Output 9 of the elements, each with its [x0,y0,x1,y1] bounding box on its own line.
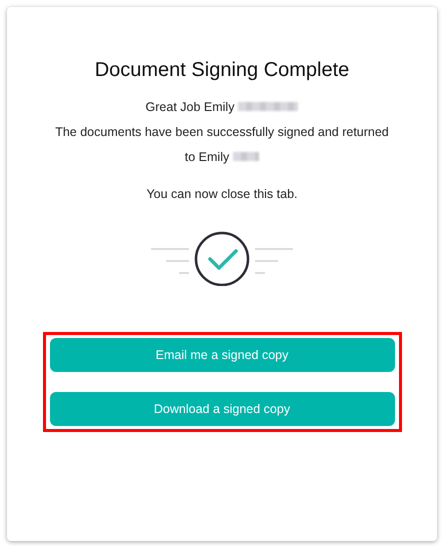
redacted-text [233,152,260,161]
message-text: You can now close this tab. [146,186,298,200]
message-text: to Emily [184,150,230,164]
action-button[interactable]: Download a signed copy [50,392,394,426]
action-button[interactable]: Email me a signed copy [50,338,394,372]
redacted-text [238,102,298,111]
message-text: The documents have been successfully signed and returned [55,124,389,138]
message-text: Great Job Emily [146,100,234,114]
page-title: Document Signing Complete [94,59,350,82]
